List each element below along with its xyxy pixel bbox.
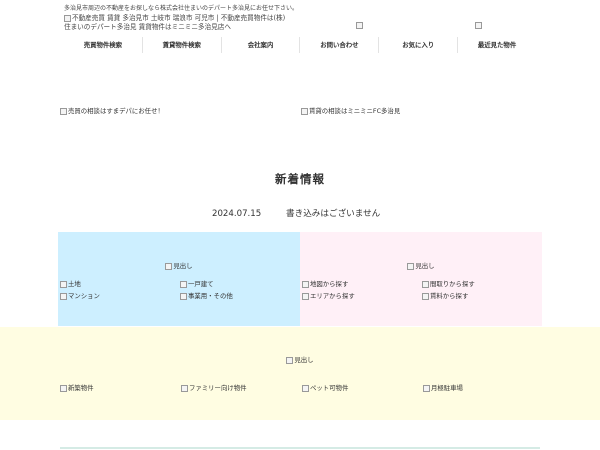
nav-company[interactable]: 会社案内 [220, 37, 300, 53]
broken-image-icon [422, 292, 429, 300]
broken-image-icon [286, 356, 294, 364]
rent-panel-heading: 見出し [300, 261, 542, 270]
rent-link-layout[interactable]: 間取りから探す [422, 279, 540, 288]
header-image-2[interactable] [475, 15, 483, 34]
broken-image-icon [60, 292, 67, 300]
broken-image-icon [302, 292, 309, 300]
broken-image-icon [181, 384, 188, 392]
feature-band: 見出し 新築物件 ファミリー向け物件 ペット可物件 月極駐車場 [0, 327, 600, 420]
logo-alt-line2: 住まいのデパート多治見 賃貸物件はミニミニ多治見店へ [64, 23, 231, 31]
banner-rent-text: 賃貸の相談はミニミニFC多治見 [309, 107, 401, 115]
banner-sale[interactable]: 売買の相談はすまデパにお任せ！ [60, 106, 164, 115]
sale-search-panel: 見出し 土地 一戸建て マンション 事業用・その他 [58, 232, 300, 326]
broken-image-icon [64, 14, 71, 22]
rent-link-area[interactable]: エリアから探す [302, 291, 422, 300]
feature-link-parking[interactable]: 月極駐車場 [423, 383, 544, 392]
broken-image-icon [302, 280, 309, 288]
broken-image-icon [301, 107, 308, 115]
broken-image-icon [180, 292, 187, 300]
sale-link-land[interactable]: 土地 [60, 279, 180, 288]
feature-band-heading: 見出し [0, 355, 600, 364]
broken-image-icon [475, 22, 482, 29]
rent-link-map[interactable]: 地図から探す [302, 279, 422, 288]
nav-contact[interactable]: お問い合わせ [299, 37, 378, 53]
feature-link-family[interactable]: ファミリー向け物件 [181, 383, 302, 392]
news-message: 書き込みはございません [286, 209, 381, 219]
nav-recent[interactable]: 最近見た物件 [457, 37, 536, 53]
broken-image-icon [60, 280, 67, 288]
broken-image-icon [356, 22, 363, 29]
banner-sale-text: 売買の相談はすまデパにお任せ！ [68, 107, 164, 115]
banner-rent[interactable]: 賃貸の相談はミニミニFC多治見 [301, 106, 400, 115]
broken-image-icon [165, 262, 173, 270]
sale-link-business[interactable]: 事業用・その他 [180, 291, 298, 300]
news-item: 2024.07.15 書き込みはございません [212, 207, 380, 219]
broken-image-icon [180, 280, 187, 288]
broken-image-icon [60, 384, 67, 392]
nav-favorites[interactable]: お気に入り [378, 37, 457, 53]
broken-image-icon [422, 280, 429, 288]
broken-image-icon [302, 384, 309, 392]
header-image-1[interactable] [356, 15, 364, 34]
broken-image-icon [60, 107, 67, 115]
nav-sale-search[interactable]: 売買物件検索 [64, 37, 142, 53]
news-title: 新着情報 [275, 172, 325, 186]
site-logo[interactable]: 不動産売買 賃貸 多治見市 土岐市 瑞浪市 可児市 | 不動産売買物件は(株) … [64, 14, 304, 32]
news-date: 2024.07.15 [212, 209, 262, 219]
broken-image-icon [423, 384, 430, 392]
global-nav: 売買物件検索 賃貸物件検索 会社案内 お問い合わせ お気に入り 最近見た物件 [64, 37, 536, 53]
feature-link-pet[interactable]: ペット可物件 [302, 383, 423, 392]
footer-divider [60, 447, 540, 449]
sale-panel-heading: 見出し [58, 261, 300, 270]
nav-rent-search[interactable]: 賃貸物件検索 [141, 37, 221, 53]
logo-alt-line1: 不動産売買 賃貸 多治見市 土岐市 瑞浪市 可児市 | 不動産売買物件は(株) [72, 14, 286, 22]
broken-image-icon [407, 262, 415, 270]
feature-link-new[interactable]: 新築物件 [60, 383, 181, 392]
sale-link-house[interactable]: 一戸建て [180, 279, 298, 288]
rent-search-panel: 見出し 地図から探す 間取りから探す エリアから探す 賃料から探す [300, 232, 542, 326]
rent-link-price[interactable]: 賃料から探す [422, 291, 540, 300]
sale-link-mansion[interactable]: マンション [60, 291, 180, 300]
site-tagline: 多治見市周辺の不動産をお探しなら株式会社住まいのデパート多治見にお任せ下さい。 [64, 5, 299, 12]
